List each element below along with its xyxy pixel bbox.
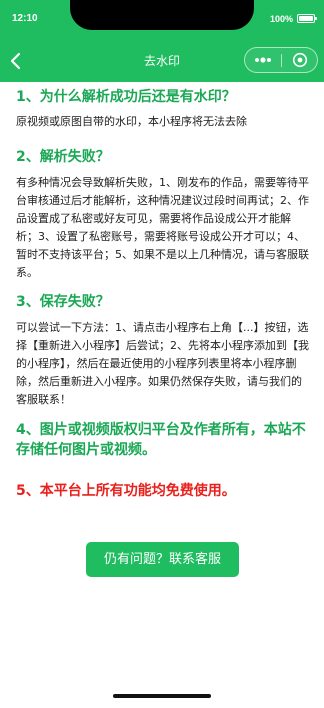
section-heading-save-failed: 3、保存失败？	[16, 294, 110, 310]
section-body-save-failed: 可以尝试一下方法：1、请点击小程序右上角【...】按钮，选择【重新进入小程序】后…	[16, 321, 309, 406]
device-notch	[70, 0, 254, 30]
contact-support-button[interactable]: 仍有问题？联系客服	[86, 542, 239, 577]
section-heading-copyright: 4、图片或视频版权归平台及作者所有，本站不存储任何图片或视频。	[16, 422, 306, 458]
section-body-parse-failed: 有多种情况会导致解析失败，1、刚发布的作品，需要等待平台审核通过后才能解析，这种…	[16, 176, 309, 279]
battery-percent: 100%	[270, 14, 294, 24]
capsule-menu	[244, 47, 318, 73]
status-time: 12:10	[12, 13, 38, 24]
section-heading-free-notice: 5、本平台上所有功能均免费使用。	[16, 483, 236, 499]
battery-icon	[297, 14, 317, 23]
section-heading-watermark: 1、为什么解析成功后还是有水印？	[16, 89, 236, 105]
section-body-watermark: 原视频或原图自带的水印，本小程序将无法去除	[16, 115, 247, 128]
home-indicator	[113, 694, 211, 698]
more-dots-icon	[255, 57, 271, 63]
capsule-close-icon	[292, 52, 308, 68]
capsule-close-button[interactable]	[282, 48, 318, 72]
section-heading-parse-failed: 2、解析失败？	[16, 149, 110, 165]
nav-bar: 去水印	[0, 40, 324, 82]
status-bar: 12:10 100%	[0, 0, 324, 40]
more-button[interactable]	[245, 48, 281, 72]
